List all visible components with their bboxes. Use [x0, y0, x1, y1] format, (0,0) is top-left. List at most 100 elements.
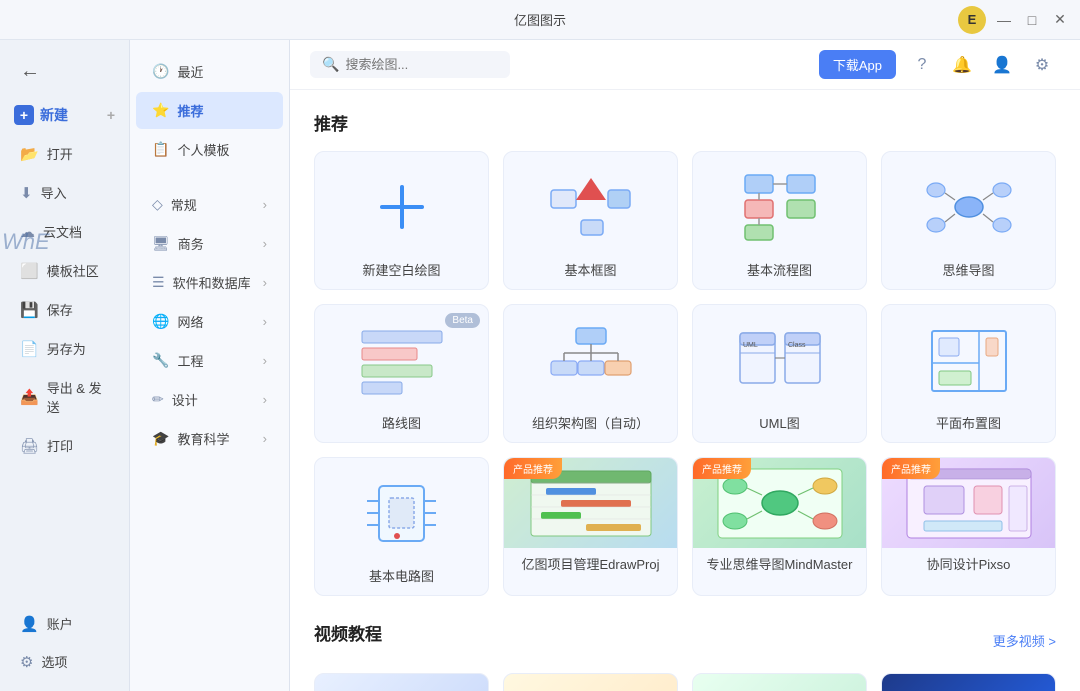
sidebar-item-import[interactable]: ⬇ 导入: [6, 174, 123, 211]
download-app-button[interactable]: 下载App: [819, 50, 896, 79]
new-icon: +: [14, 105, 34, 125]
export-icon: 📤: [20, 388, 39, 406]
mid-item-network[interactable]: 🌐 网络 ›: [136, 303, 283, 340]
sidebar-item-template[interactable]: ⬜ 模板社区: [6, 252, 123, 289]
education-icon: 🎓: [152, 430, 169, 447]
uml-icon: UML Class: [735, 323, 825, 398]
mid-item-recent[interactable]: 🕐 最近: [136, 53, 283, 90]
template-card-floor-plan[interactable]: 平面布置图: [881, 304, 1056, 443]
mid-item-personal[interactable]: 📋 个人模板: [136, 131, 283, 168]
new-blank-preview: [325, 162, 478, 252]
template-card-uml[interactable]: UML Class UML图: [692, 304, 867, 443]
back-icon: ←: [20, 60, 40, 83]
content-area: 推荐 新建空白绘图: [290, 90, 1080, 691]
back-button[interactable]: ←: [6, 51, 123, 92]
sidebar-item-new[interactable]: + 新建 +: [0, 96, 129, 134]
template-card-basic-flow[interactable]: 基本流程图: [692, 151, 867, 290]
network-arrow: ›: [263, 314, 267, 329]
template-card-new-blank[interactable]: 新建空白绘图: [314, 151, 489, 290]
user-avatar[interactable]: E: [958, 6, 986, 34]
business-arrow: ›: [263, 236, 267, 251]
circuit-label: 基本电路图: [369, 566, 434, 585]
template-card-circuit[interactable]: 基本电路图: [314, 457, 489, 596]
sidebar-item-open[interactable]: 📂 打开: [6, 135, 123, 172]
video-section-header: 视频教程 更多视频 >: [314, 620, 1056, 661]
basic-frame-label: 基本框图: [564, 260, 616, 279]
business-icon: 🖥: [152, 235, 170, 252]
route-label: 路线图: [382, 413, 421, 432]
sidebar-item-print[interactable]: 🖨 打印: [6, 427, 123, 464]
recent-icon: 🕐: [152, 63, 169, 80]
template-card-mindmaster[interactable]: 产品推荐: [692, 457, 867, 596]
search-box[interactable]: 🔍: [310, 51, 510, 78]
circuit-preview: [325, 468, 478, 558]
template-card-mindmap[interactable]: 思维导图: [881, 151, 1056, 290]
circuit-icon: [357, 476, 447, 551]
template-card-pixso[interactable]: 产品推荐 协同: [881, 457, 1056, 596]
personal-icon: 📋: [152, 141, 169, 158]
more-videos-link[interactable]: 更多视频 >: [993, 631, 1056, 650]
search-input[interactable]: [345, 57, 498, 72]
basic-flow-label: 基本流程图: [747, 260, 812, 279]
pixso-badge: 产品推荐: [882, 458, 940, 479]
education-arrow: ›: [263, 431, 267, 446]
floor-plan-preview: [892, 315, 1045, 405]
uml-label: UML图: [759, 413, 799, 432]
settings-button[interactable]: ⚙: [1028, 51, 1056, 79]
sidebar-item-saveas[interactable]: 📄 另存为: [6, 330, 123, 367]
sidebar-item-account[interactable]: 👤 账户: [6, 605, 123, 642]
design-arrow: ›: [263, 392, 267, 407]
video-card-2[interactable]: [503, 673, 678, 691]
mindmap-icon: [924, 170, 1014, 245]
engineering-arrow: ›: [263, 353, 267, 368]
template-grid: 新建空白绘图 基本框图: [314, 151, 1056, 596]
video-card-3[interactable]: [692, 673, 867, 691]
common-arrow: ›: [263, 197, 267, 212]
maximize-button[interactable]: □: [1022, 10, 1042, 30]
basic-frame-preview: [514, 162, 667, 252]
close-button[interactable]: ✕: [1050, 10, 1070, 30]
user-button[interactable]: 👤: [988, 51, 1016, 79]
edrawproj-badge: 产品推荐: [504, 458, 562, 479]
video-grid: 马上收录导航: [314, 673, 1056, 691]
help-button[interactable]: ?: [908, 51, 936, 79]
software-icon: ☰: [152, 274, 165, 291]
settings-icon: ⚙: [1035, 55, 1049, 75]
mid-item-recommend[interactable]: ⭐ 推荐: [136, 92, 283, 129]
minimize-button[interactable]: —: [994, 10, 1014, 30]
mid-item-business[interactable]: 🖥 商务 ›: [136, 225, 283, 262]
beta-badge: Beta: [445, 313, 480, 328]
video-card-4[interactable]: 马上收录导航: [881, 673, 1056, 691]
org-chart-label: 组织架构图（自动）: [532, 413, 649, 432]
mid-item-engineering[interactable]: 🔧 工程 ›: [136, 342, 283, 379]
sidebar-item-options[interactable]: ⚙ 选项: [6, 643, 123, 680]
notification-button[interactable]: 🔔: [948, 51, 976, 79]
svg-text:UML: UML: [743, 342, 758, 349]
mindmap-preview: [892, 162, 1045, 252]
mid-item-education[interactable]: 🎓 教育科学 ›: [136, 420, 283, 457]
window-controls: E — □ ✕: [958, 6, 1070, 34]
sidebar-item-save[interactable]: 💾 保存: [6, 291, 123, 328]
template-card-org-chart[interactable]: 组织架构图（自动）: [503, 304, 678, 443]
template-icon: ⬜: [20, 262, 39, 280]
template-card-edrawproj[interactable]: 产品推荐: [503, 457, 678, 596]
mid-item-design[interactable]: ✏ 设计 ›: [136, 381, 283, 418]
basic-flow-icon: [735, 170, 825, 245]
mid-item-common[interactable]: ◇ 常规 ›: [136, 186, 283, 223]
route-icon: [357, 323, 447, 398]
app-body: ← + 新建 + 📂 打开 ⬇ 导入 ☁ 云文档 ⬜ 模板社区 💾 保存 📄: [0, 40, 1080, 691]
mid-item-software[interactable]: ☰ 软件和数据库 ›: [136, 264, 283, 301]
sidebar-item-export[interactable]: 📤 导出 & 发送: [6, 369, 123, 425]
software-arrow: ›: [263, 275, 267, 290]
save-icon: 💾: [20, 301, 39, 319]
app-title: 亿图图示: [514, 10, 566, 29]
template-card-route[interactable]: Beta 路线图: [314, 304, 489, 443]
video-section-title: 视频教程: [314, 620, 382, 645]
open-icon: 📂: [20, 145, 39, 163]
video-card-1[interactable]: [314, 673, 489, 691]
left-sidebar: ← + 新建 + 📂 打开 ⬇ 导入 ☁ 云文档 ⬜ 模板社区 💾 保存 📄: [0, 40, 130, 691]
template-card-basic-frame[interactable]: 基本框图: [503, 151, 678, 290]
new-plus-icon[interactable]: +: [107, 107, 115, 123]
recommend-icon: ⭐: [152, 102, 169, 119]
mindmap-label: 思维导图: [942, 260, 994, 279]
